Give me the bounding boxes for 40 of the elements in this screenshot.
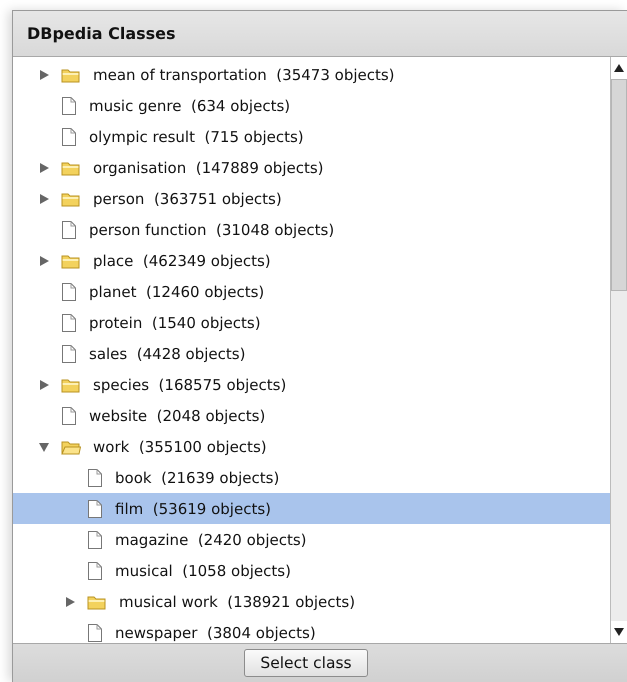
class-label: website (2048 objects) (89, 406, 266, 424)
class-label: musical work (138921 objects) (119, 592, 356, 610)
tree-row[interactable]: magazine (2420 objects) (13, 524, 610, 555)
class-label: work (355100 objects) (93, 438, 267, 456)
class-label: planet (12460 objects) (89, 282, 264, 300)
tree-row[interactable]: website (2048 objects) (13, 400, 610, 431)
class-label: magazine (2420 objects) (115, 530, 307, 548)
dialog-title: DBpedia Classes (27, 24, 176, 43)
tree-row[interactable]: place (462349 objects) (13, 245, 610, 276)
class-label: protein (1540 objects) (89, 314, 261, 332)
class-label: musical (1058 objects) (115, 562, 291, 580)
select-class-button[interactable]: Select class (244, 649, 368, 677)
class-label: newspaper (3804 objects) (115, 624, 316, 642)
tree-row[interactable]: species (168575 objects) (13, 369, 610, 400)
tree-row[interactable]: music genre (634 objects) (13, 90, 610, 121)
tree-row[interactable]: book (21639 objects) (13, 462, 610, 493)
class-label: olympic result (715 objects) (89, 128, 304, 146)
class-label: mean of transportation (35473 objects) (93, 66, 395, 84)
class-label: film (53619 objects) (115, 500, 271, 518)
class-label: person (363751 objects) (93, 190, 282, 208)
class-label: person function (31048 objects) (89, 220, 334, 238)
tree-row[interactable]: newspaper (3804 objects) (13, 617, 610, 643)
tree-row[interactable]: protein (1540 objects) (13, 307, 610, 338)
tree-row[interactable]: person (363751 objects) (13, 183, 610, 214)
tree-row[interactable]: sales (4428 objects) (13, 338, 610, 369)
class-label: music genre (634 objects) (89, 96, 290, 114)
tree-row[interactable]: musical work (138921 objects) (13, 586, 610, 617)
class-label: sales (4428 objects) (89, 344, 246, 362)
class-label: book (21639 objects) (115, 468, 280, 486)
tree-row[interactable]: olympic result (715 objects) (13, 121, 610, 152)
tree-row[interactable]: mean of transportation (35473 objects) (13, 59, 610, 90)
tree-row[interactable]: film (53619 objects) (13, 493, 610, 524)
tree-row[interactable]: planet (12460 objects) (13, 276, 610, 307)
class-label: organisation (147889 objects) (93, 158, 324, 176)
class-label: place (462349 objects) (93, 252, 271, 270)
tree-row[interactable]: organisation (147889 objects) (13, 152, 610, 183)
tree-row[interactable]: musical (1058 objects) (13, 555, 610, 586)
tree-row[interactable]: person function (31048 objects) (13, 214, 610, 245)
class-label: species (168575 objects) (93, 376, 286, 394)
tree-row[interactable]: work (355100 objects) (13, 431, 610, 462)
